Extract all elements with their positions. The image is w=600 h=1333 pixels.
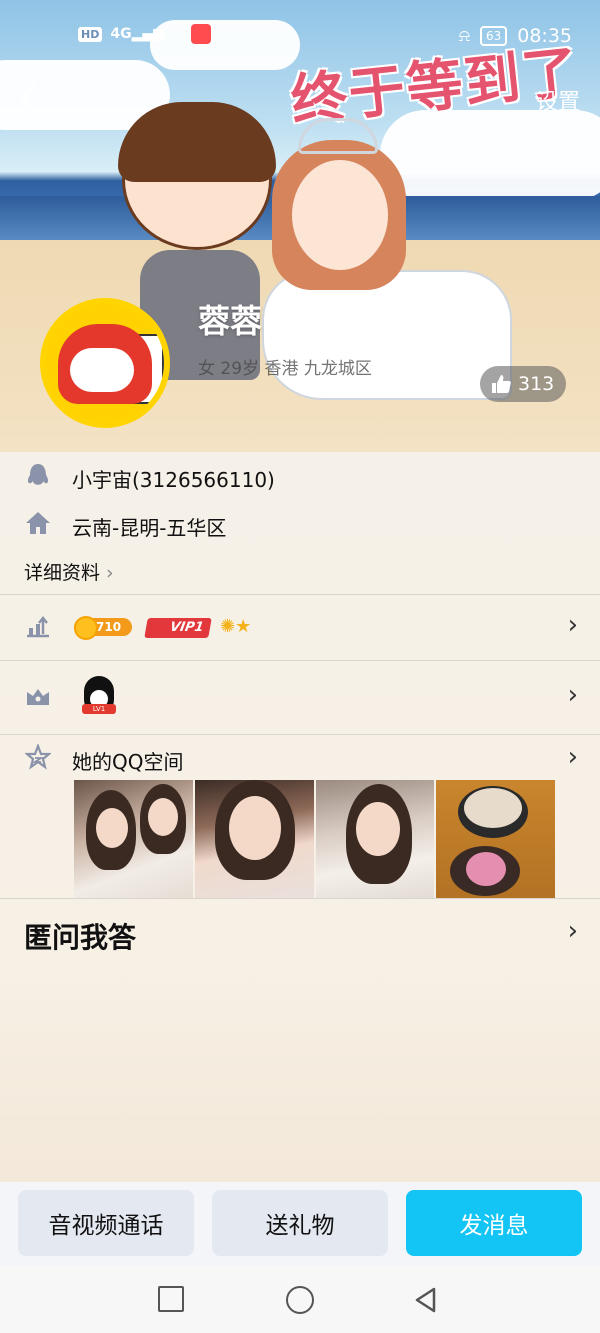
chevron-right-icon: › bbox=[106, 562, 114, 584]
notification-app-icon bbox=[190, 24, 211, 44]
detail-info-label: 详细资料 bbox=[24, 562, 101, 584]
send-gift-button[interactable]: 送礼物 bbox=[212, 1190, 388, 1256]
qzone-photo[interactable] bbox=[74, 780, 193, 898]
avatar[interactable] bbox=[40, 298, 170, 428]
anonymous-qa-title[interactable]: 匿问我答 bbox=[24, 916, 136, 956]
badge-box-icon bbox=[24, 684, 52, 712]
hometown-line: 云南-昆明-五华区 bbox=[72, 516, 227, 540]
send-message-button[interactable]: 发消息 bbox=[406, 1190, 582, 1256]
home-circle-icon[interactable] bbox=[286, 1286, 314, 1314]
bride-face bbox=[292, 160, 388, 270]
status-right: ⍾ 63 08:35 bbox=[459, 25, 572, 47]
divider bbox=[0, 898, 600, 899]
chevron-left-icon bbox=[19, 82, 36, 112]
battery-icon: 63 bbox=[479, 26, 508, 46]
hd-badge: HD bbox=[78, 26, 103, 42]
settings-button[interactable]: 设置 bbox=[536, 84, 580, 116]
avatar-fox-face bbox=[70, 348, 134, 392]
bell-muted-icon: ⍾ bbox=[458, 26, 470, 46]
wifi-icon: ◠ bbox=[171, 26, 183, 42]
system-nav-bar bbox=[0, 1266, 600, 1333]
qzone-chevron-icon[interactable]: › bbox=[568, 742, 578, 772]
star-icon bbox=[23, 742, 53, 772]
like-button[interactable]: 313 bbox=[480, 366, 567, 402]
qa-chevron-icon[interactable]: › bbox=[568, 916, 578, 946]
bride-dress bbox=[262, 270, 512, 400]
cover-image[interactable]: 终于等到了 HD 4G▂▄▆ ◠ ⍾ 63 08:35 设置 蓉蓉 女 29岁 … bbox=[0, 0, 600, 452]
like-count: 313 bbox=[518, 373, 555, 395]
profile-page: 终于等到了 HD 4G▂▄▆ ◠ ⍾ 63 08:35 设置 蓉蓉 女 29岁 … bbox=[0, 0, 600, 1333]
qq-penguin-icon bbox=[24, 462, 52, 490]
qzone-label[interactable]: 她的QQ空间 bbox=[72, 746, 183, 775]
divider bbox=[0, 734, 600, 735]
qzone-photo[interactable] bbox=[315, 780, 435, 898]
profile-info: 小宇宙(3126566110) 云南-昆明-五华区 详细资料 › 710 VIP1… bbox=[0, 452, 600, 1182]
thumbs-up-icon bbox=[492, 375, 511, 393]
action-bar: 音视频通话 送礼物 发消息 bbox=[0, 1182, 600, 1266]
qq-penguin-avatar-icon: LV1 bbox=[80, 674, 118, 718]
qzone-photo[interactable] bbox=[436, 780, 555, 898]
level-row[interactable] bbox=[0, 594, 600, 660]
video-call-button[interactable]: 音视频通话 bbox=[18, 1190, 194, 1256]
penguin-level-badge: LV1 bbox=[82, 704, 116, 714]
divider bbox=[0, 660, 600, 661]
status-left: HD 4G▂▄▆ ◠ bbox=[78, 24, 211, 44]
home-icon bbox=[24, 510, 52, 538]
status-bar: HD 4G▂▄▆ ◠ ⍾ 63 08:35 bbox=[0, 0, 600, 70]
back-button[interactable] bbox=[12, 80, 46, 114]
recent-apps-icon[interactable] bbox=[158, 1286, 184, 1312]
badge-row-chevron-icon[interactable]: › bbox=[568, 680, 578, 710]
detail-info-link[interactable]: 详细资料 › bbox=[24, 558, 114, 585]
clock: 08:35 bbox=[517, 25, 572, 47]
nickname: 蓉蓉 bbox=[198, 302, 263, 340]
qq-id-line: 小宇宙(3126566110) bbox=[72, 468, 275, 492]
signal-icon: 4G▂▄▆ bbox=[110, 26, 164, 42]
qzone-photo-strip bbox=[74, 780, 555, 898]
profile-meta: 女 29岁 香港 九龙城区 bbox=[198, 359, 372, 379]
qzone-photo[interactable] bbox=[194, 780, 314, 898]
back-triangle-icon[interactable] bbox=[412, 1286, 440, 1314]
